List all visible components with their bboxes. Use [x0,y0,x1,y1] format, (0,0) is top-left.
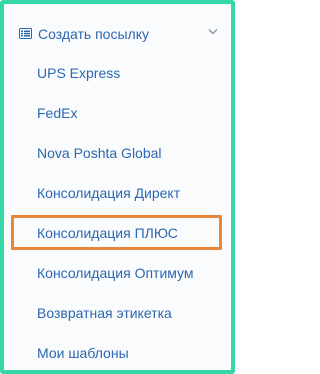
menu-item-consolidation-direct[interactable]: Консолидация Директ [37,185,180,201]
chevron-down-icon[interactable] [208,28,218,35]
sidebar-panel: Создать посылку UPS Express FedEx Nova P… [0,0,235,374]
menu-item-ups-express[interactable]: UPS Express [37,65,120,81]
create-parcel-label: Создать посылку [38,26,149,42]
menu-item-nova-poshta-global[interactable]: Nova Poshta Global [37,145,162,161]
menu-item-fedex[interactable]: FedEx [37,105,77,121]
menu-item-my-templates[interactable]: Мои шаблоны [37,345,129,361]
menu-item-consolidation-plus[interactable]: Консолидация ПЛЮС [37,225,178,241]
list-icon [19,28,32,39]
menu-item-return-label[interactable]: Возвратная этикетка [37,305,172,321]
create-parcel-menu-toggle[interactable]: Создать посылку [12,20,224,50]
menu-item-consolidation-optimum[interactable]: Консолидация Оптимум [37,265,194,281]
